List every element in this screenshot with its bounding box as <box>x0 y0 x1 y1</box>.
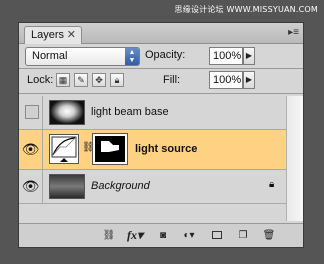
visibility-toggle[interactable]: 👁︎ <box>19 130 43 169</box>
panel-tab-bar: Layers ✕ ▸≡ <box>19 23 303 44</box>
fx-button[interactable]: fx▾ <box>125 227 145 244</box>
select-arrows-icon: ▲ ▼ <box>125 48 139 65</box>
layer-name[interactable]: light source <box>135 130 197 169</box>
layer-row-light-source[interactable]: 👁︎ ⛓︎ light source <box>19 130 287 170</box>
divider <box>19 68 303 69</box>
visibility-toggle[interactable]: 👁︎ <box>19 170 43 203</box>
adjustment-layer-icon[interactable]: ◐▾ <box>179 227 199 244</box>
opacity-field[interactable]: 100% <box>209 47 243 65</box>
fill-label: Fill: <box>163 74 181 86</box>
fill-field[interactable]: 100% <box>209 71 243 89</box>
add-mask-icon[interactable]: ◙ <box>153 227 173 244</box>
layer-mask-thumbnail[interactable] <box>92 133 128 165</box>
eye-icon: 👁︎ <box>21 141 40 157</box>
panel-footer: ⛓︎ fx▾ ◙ ◐▾ ❐ 🗑︎ <box>19 223 303 247</box>
eye-icon: 👁︎ <box>21 178 40 194</box>
blend-mode-select[interactable]: Normal ▲ ▼ <box>25 47 140 66</box>
layers-panel: Layers ✕ ▸≡ Normal ▲ ▼ Opacity: 100% ▶ Lo… <box>18 22 304 248</box>
lock-all-icon[interactable]: 🔒︎ <box>110 73 124 87</box>
layer-row-background[interactable]: 👁︎ Background 🔒︎ <box>19 170 287 204</box>
layers-list: light beam base 👁︎ ⛓︎ light source 👁︎ Ba… <box>19 96 303 221</box>
opacity-label: Opacity: <box>145 49 186 61</box>
lock-transparency-icon[interactable]: ▦ <box>56 73 70 87</box>
layers-scrollbar[interactable] <box>286 96 303 221</box>
new-layer-icon[interactable]: ❐ <box>233 227 253 244</box>
layer-thumbnail <box>49 174 85 199</box>
layer-row-light-beam-base[interactable]: light beam base <box>19 96 287 130</box>
visibility-toggle[interactable] <box>19 96 43 129</box>
panel-menu-icon[interactable]: ▸≡ <box>288 28 299 38</box>
trash-icon[interactable]: 🗑︎ <box>259 227 279 244</box>
lock-label: Lock: <box>27 74 54 86</box>
link-layers-icon[interactable]: ⛓︎ <box>99 227 119 244</box>
watermark-text: 思缘设计论坛 WWW.MISSYUAN.COM <box>174 5 318 14</box>
fill-slider-button[interactable]: ▶ <box>243 71 255 89</box>
tab-layers-label: Layers <box>31 29 65 41</box>
layer-name[interactable]: Background <box>91 170 150 203</box>
lock-position-icon[interactable]: ✥ <box>92 73 106 87</box>
curves-icon <box>51 136 77 162</box>
opacity-slider-button[interactable]: ▶ <box>243 47 255 65</box>
close-icon[interactable]: ✕ <box>67 27 76 43</box>
layer-name[interactable]: light beam base <box>91 96 169 129</box>
divider <box>19 93 303 94</box>
blend-mode-value: Normal <box>32 50 68 62</box>
folder-shape <box>212 231 222 240</box>
visibility-off-icon <box>25 105 39 119</box>
lock-pixels-icon[interactable]: ✎ <box>74 73 88 87</box>
layer-thumbnail <box>49 100 85 125</box>
tab-layers[interactable]: Layers ✕ <box>24 26 82 44</box>
adjustment-thumbnail <box>49 134 79 164</box>
mask-shape <box>101 141 119 152</box>
new-group-icon[interactable] <box>207 227 227 244</box>
fx-label: fx <box>126 228 137 242</box>
layer-lock-icon: 🔒︎ <box>269 179 275 190</box>
layers-empty-area <box>19 204 287 221</box>
